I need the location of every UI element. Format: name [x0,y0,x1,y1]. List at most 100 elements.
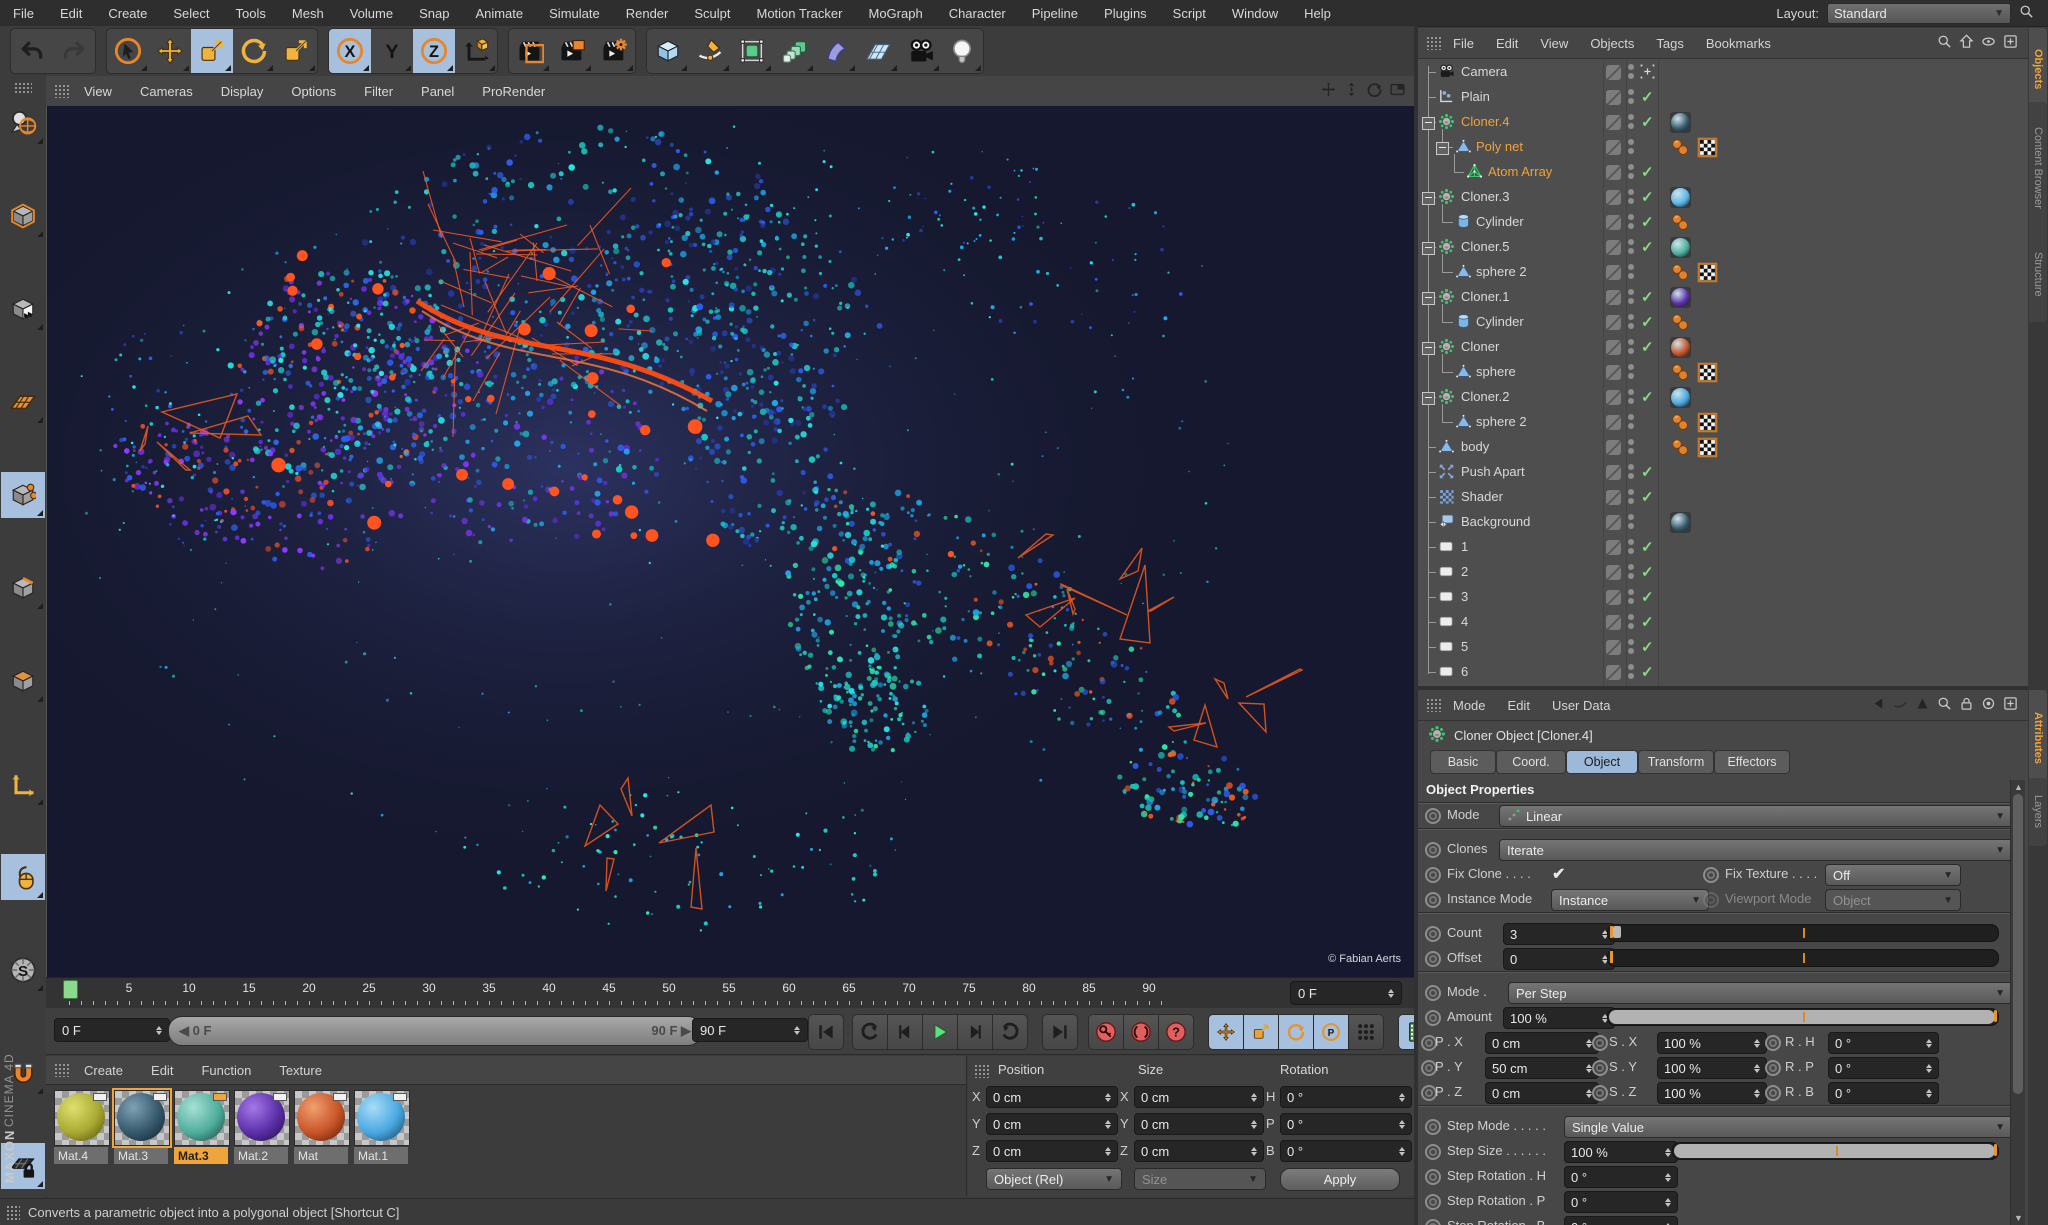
side-tab-objects[interactable]: Objects [2029,28,2047,110]
last-tool[interactable] [275,29,317,73]
tree-row-cloner-1[interactable]: Cloner.1 ✓ [1418,285,2028,310]
add-icon[interactable] [2003,34,2018,52]
phong-tag[interactable] [1670,212,1691,233]
viewport-menu-cameras[interactable]: Cameras [126,84,207,99]
spinner-stepper[interactable] [1926,1088,1932,1098]
timeline-start-field[interactable]: 0 F [54,1018,170,1042]
pan-icon[interactable] [1320,81,1337,101]
render-settings-button[interactable] [593,29,635,73]
layer-color-toggle[interactable] [1606,290,1621,305]
current-frame-field[interactable]: 0 F [1290,981,1402,1005]
phong-tag[interactable] [1670,262,1691,283]
phong-tag[interactable] [1670,312,1691,333]
visibility-dots[interactable] [1628,114,1634,132]
layer-color-toggle[interactable] [1606,190,1621,205]
field-rp[interactable]: 0 ° [1828,1057,1939,1079]
om-menu-view[interactable]: View [1529,36,1579,51]
viewport-menu-display[interactable]: Display [207,84,278,99]
visibility-dots[interactable] [1628,139,1634,157]
menu-item-motion-tracker[interactable]: Motion Tracker [744,6,856,21]
polygons-mode-button[interactable] [1,658,45,704]
field-steprotationb[interactable]: 0 ° [1564,1216,1678,1225]
play-backwards-button[interactable] [852,1014,888,1050]
layer-color-toggle[interactable] [1606,615,1621,630]
key-position-toggle[interactable] [1208,1014,1244,1050]
om-menu-tags[interactable]: Tags [1645,36,1694,51]
texture-mode-button[interactable] [1,286,45,332]
om-menu-edit[interactable]: Edit [1485,36,1529,51]
value-slider[interactable] [1672,1142,1999,1160]
field-steprotationp[interactable]: 0 ° [1564,1191,1678,1213]
enabled-check-icon[interactable]: ✓ [1641,538,1654,556]
value-slider[interactable] [1607,949,1999,967]
enabled-check-icon[interactable]: ✓ [1641,613,1654,631]
size-x-field[interactable]: 0 cm [1134,1086,1264,1108]
tree-row-sphere[interactable]: sphere [1418,354,2028,385]
layer-color-toggle[interactable] [1606,315,1621,330]
tree-row-sphere-2[interactable]: sphere 2 [1418,404,2028,435]
menu-item-pipeline[interactable]: Pipeline [1019,6,1091,21]
position-y-field[interactable]: 0 cm [986,1113,1118,1135]
size-mode-dropdown[interactable]: Size ▼ [1134,1168,1266,1190]
material-thumbnail[interactable]: Mat.3 [174,1090,230,1164]
visibility-dots[interactable] [1628,289,1634,307]
spinner-stepper[interactable] [1251,1146,1257,1156]
undo-button[interactable] [11,29,53,73]
phong-tag[interactable] [1670,437,1691,458]
previous-frame-button[interactable] [887,1014,923,1050]
layer-color-toggle[interactable] [1606,640,1621,655]
live-selection-tool[interactable] [107,29,149,73]
dropdown-mode[interactable]: Per Step ▼ [1508,982,2010,1004]
layer-color-toggle[interactable] [1606,265,1621,280]
keyframe-ring[interactable] [1765,1035,1781,1051]
subdivision-surface-button[interactable] [731,29,773,73]
floor-button[interactable] [857,29,899,73]
field-steprotationh[interactable]: 0 ° [1564,1166,1678,1188]
keyframe-ring[interactable] [1703,892,1719,908]
key-pla-toggle[interactable] [1348,1014,1384,1050]
up-icon[interactable] [1915,696,1930,714]
tree-row-6[interactable]: 6 ✓ [1418,660,2028,685]
tree-row-cylinder[interactable]: Cylinder ✓ [1418,304,2028,335]
om-menu-objects[interactable]: Objects [1579,36,1645,51]
layer-color-toggle[interactable] [1606,90,1621,105]
menu-item-select[interactable]: Select [160,6,222,21]
enable-axis-button[interactable] [1,761,45,807]
om-menu-file[interactable]: File [1442,36,1485,51]
keyframe-ring[interactable] [1425,842,1441,858]
enabled-check-icon[interactable]: ✓ [1641,388,1654,406]
search-icon[interactable] [2019,4,2034,22]
material-tag[interactable] [1670,512,1691,533]
field-sy[interactable]: 100 % [1657,1057,1767,1079]
spinner-stepper[interactable] [1754,1063,1760,1073]
visibility-dots[interactable] [1628,514,1634,532]
spinner-stepper[interactable] [1251,1092,1257,1102]
visibility-dots[interactable] [1628,64,1634,82]
enabled-check-icon[interactable]: ✓ [1641,588,1654,606]
home-icon[interactable] [1959,34,1974,52]
step-mode-dropdown[interactable]: Single Value ▼ [1564,1116,2010,1138]
scroll-up-arrow[interactable]: ▲ [2014,782,2023,792]
enabled-check-icon[interactable]: ✓ [1641,488,1654,506]
play-loop-button[interactable] [992,1014,1028,1050]
layer-color-toggle[interactable] [1606,515,1621,530]
visibility-dots[interactable] [1628,189,1634,207]
keyframe-ring[interactable] [1425,985,1441,1001]
field-sx[interactable]: 100 % [1657,1032,1767,1054]
offset-field[interactable]: 0 [1503,948,1615,970]
add-primitive-button[interactable] [647,29,689,73]
tree-row-poly-net[interactable]: Poly net [1418,129,2028,160]
tree-row-atom-array[interactable]: Atom Array ✓ [1418,154,2028,185]
expander-icon[interactable] [1422,242,1435,255]
pen-spline-button[interactable] [689,29,731,73]
coordinate-system[interactable] [455,29,497,73]
field-py[interactable]: 50 cm [1485,1057,1599,1079]
camera-button[interactable] [899,29,941,73]
x-axis-lock[interactable]: X [329,29,371,73]
field-rh[interactable]: 0 ° [1828,1032,1939,1054]
position-x-field[interactable]: 0 cm [986,1086,1118,1108]
spinner-stepper[interactable] [1926,1038,1932,1048]
tab-coord[interactable]: Coord. [1496,750,1566,774]
visibility-dots[interactable] [1628,639,1634,657]
scrollbar-thumb[interactable] [2013,794,2023,1094]
